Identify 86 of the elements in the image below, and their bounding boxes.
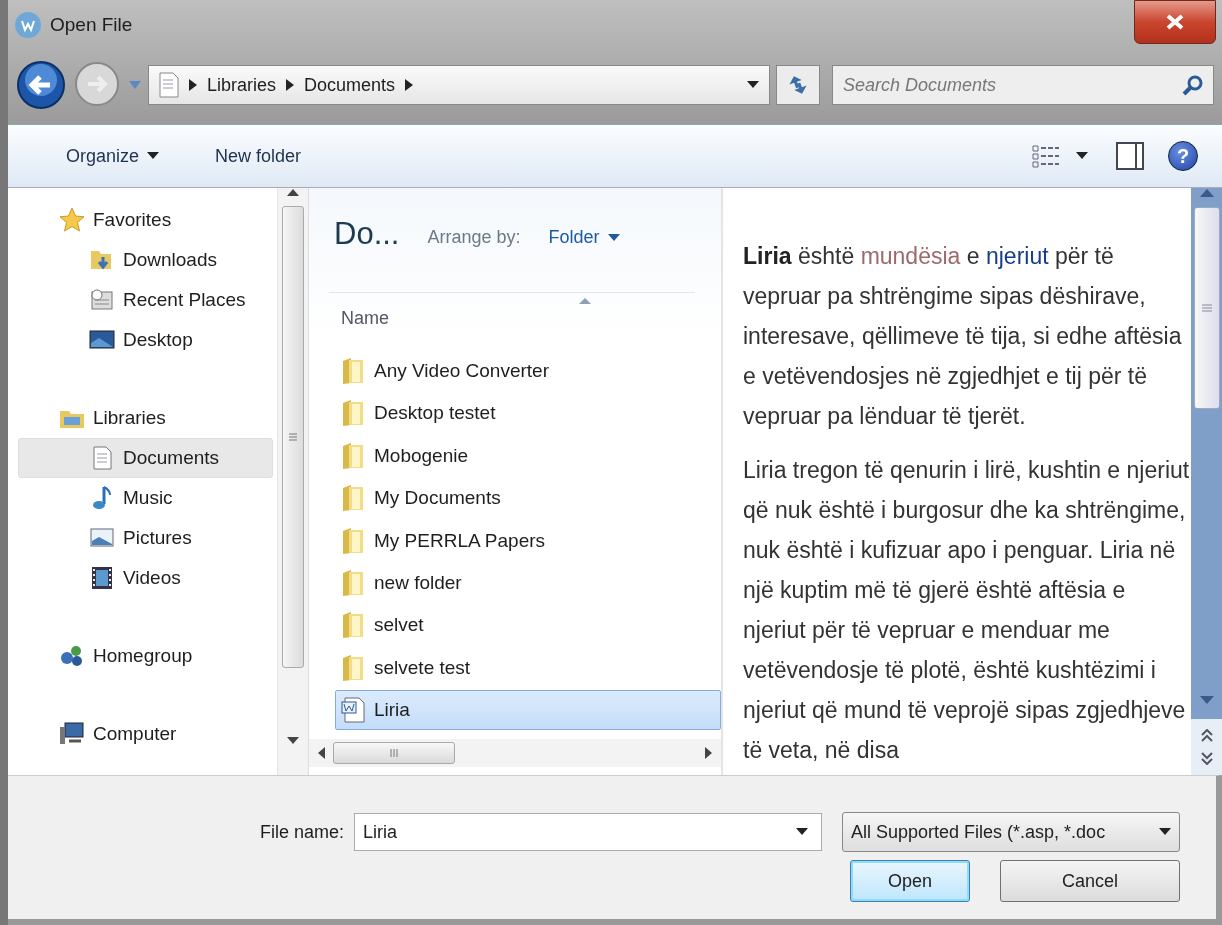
refresh-button[interactable] [776,65,820,105]
file-name-field[interactable]: Liria [354,813,822,851]
nav-item[interactable]: Pictures [18,518,273,558]
app-icon [14,11,42,39]
folder-icon [340,357,366,385]
list-view-icon [1032,144,1060,168]
grip-icon [389,748,399,758]
preview-paragraph: Liria është mundësia e njeriut për të vepruar pa shtrëngime sipas dëshirave, interesave, qëllimeve të tija, si edhe aftësia e vetëvendosjes në zgjedhjet e tij për të vepruar pa lënduar të tjerët. [743,242,1183,431]
preview-paragraph: Liria tregon të qenurin i lirë, kushtin e njeriut që nuk është i burgosur dhe ka shtrëngime, nuk është i kufizuar apo i penguar. Liria në një kuptim më të gjerë është aftësia e njeriut për të vepruar e menduar me vetëvendosje të plotë, është kushtëzimi i njeriut që mund të veprojë sipas zgjedhjeve të veta, në disa [743,456,1191,765]
homegroup-icon [59,643,85,669]
recent-places-icon [89,287,115,313]
cancel-button[interactable]: Cancel [1000,860,1180,902]
new-folder-button[interactable]: New folder [207,139,310,173]
back-button[interactable] [16,60,66,110]
nav-item[interactable]: Computer [58,714,273,754]
search-field[interactable]: Search Documents [832,65,1214,105]
sort-arrow-icon [579,297,591,305]
previous-page-icon[interactable] [1201,729,1213,743]
dropdown-arrow-icon [147,152,160,160]
help-button[interactable]: ? [1168,141,1198,171]
scrollbar[interactable] [277,188,308,775]
folder-icon [340,484,366,513]
organize-button[interactable]: Organize [58,139,168,173]
folder-icon [340,653,366,682]
breadcrumb[interactable]: Documents [304,74,396,96]
horizontal-scrollbar[interactable] [309,739,721,767]
file-row[interactable]: Desktop testet [335,393,721,434]
folder-icon [340,611,366,640]
nav-item[interactable]: Favorites [58,200,273,240]
window-title: Open File [50,14,133,36]
folder-icon [340,399,366,428]
scroll-right-icon [705,747,713,759]
close-button[interactable] [1134,0,1216,44]
search-icon [1182,74,1204,96]
open-button[interactable]: Open [850,860,970,902]
arrange-label: Arrange by: [427,227,521,249]
link[interactable]: mundësia [860,243,961,269]
document-icon [159,72,179,98]
close-icon [1166,14,1184,30]
file-row[interactable]: Any Video Converter [335,351,721,391]
nav-item[interactable]: Libraries [58,398,273,438]
grip-icon [288,432,298,442]
preview-scrollbar[interactable] [1191,188,1222,775]
dropdown-arrow-icon [1076,152,1088,160]
pane-icon [1116,142,1144,170]
scroll-down-icon [1200,696,1214,705]
file-name-label: File name: [259,821,344,843]
arrange-dropdown[interactable]: Folder [548,227,620,252]
nav-item[interactable]: Desktop [18,320,273,360]
scroll-down-icon [287,737,299,745]
dropdown-arrow-icon [607,233,620,242]
dropdown-arrow-icon [747,81,759,89]
word-document-icon [340,696,366,725]
nav-item[interactable]: Videos [18,558,273,598]
computer-icon [59,721,85,747]
dropdown-arrow-icon [1159,828,1171,836]
scroll-left-icon [317,747,325,759]
film-icon [89,565,115,591]
nav-item[interactable]: Music [18,478,273,518]
file-row[interactable]: new folder [335,562,721,603]
dropdown-arrow-icon [796,828,808,836]
file-row[interactable]: Liria [335,690,721,731]
file-type-dropdown[interactable]: All Supported Files (*.asp, *.doc [842,812,1180,852]
breadcrumb[interactable]: Libraries [207,74,277,96]
file-row[interactable]: My Documents [335,478,721,519]
folder-icon [340,526,366,555]
file-row[interactable]: Mobogenie [335,435,721,476]
grip-icon [1201,303,1213,313]
address-bar[interactable]: Libraries Documents [148,65,770,105]
file-row[interactable]: selvet [335,605,721,646]
file-row[interactable]: selvete test [335,647,721,688]
nav-item[interactable]: Recent Places [18,280,273,320]
link[interactable]: njeriut [985,243,1049,269]
folder-icon [340,568,366,597]
library-heading: Do... [334,216,400,252]
folder-icon [340,441,366,470]
nav-item[interactable]: Downloads [18,240,273,280]
nav-item[interactable]: Homegroup [58,636,273,676]
chevron-right-icon [189,79,197,91]
chevron-right-icon [405,79,414,91]
star-icon [59,207,85,233]
nav-item[interactable]: Documents [18,438,273,478]
next-page-icon[interactable] [1201,751,1213,765]
column-header[interactable]: Name [329,307,389,329]
chevron-right-icon [286,79,295,91]
file-row[interactable]: My PERRLA Papers [335,520,721,561]
